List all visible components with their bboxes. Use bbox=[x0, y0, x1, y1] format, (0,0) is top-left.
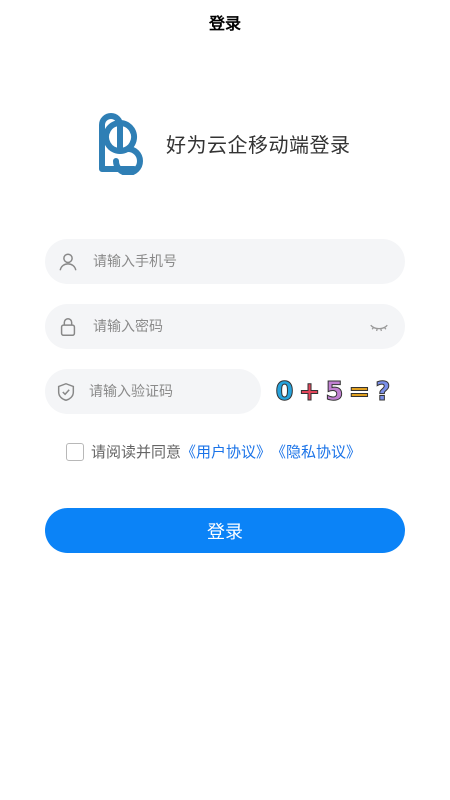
agreement-row: 请阅读并同意 《用户协议》 《隐私协议》 bbox=[66, 441, 361, 462]
code-field[interactable] bbox=[45, 369, 263, 414]
app-name: 好为云企移动端登录 bbox=[166, 132, 351, 157]
user-agreement-link[interactable]: 《用户协议》 bbox=[181, 441, 271, 462]
agreement-checkbox[interactable] bbox=[66, 442, 84, 461]
eye-closed-icon[interactable] bbox=[367, 315, 391, 339]
code-input[interactable] bbox=[89, 369, 263, 414]
lock-icon bbox=[55, 314, 81, 340]
password-input[interactable] bbox=[93, 304, 367, 349]
brand: 好为云企移动端登录 bbox=[94, 110, 351, 176]
page-title: 登录 bbox=[208, 14, 241, 33]
captcha-char: ? bbox=[375, 377, 391, 408]
captcha-char: + bbox=[298, 377, 321, 408]
captcha-char: 5 bbox=[325, 377, 344, 408]
captcha-image[interactable]: 0 + 5 = ? bbox=[273, 372, 393, 412]
privacy-policy-link[interactable]: 《隐私协议》 bbox=[271, 441, 361, 462]
agreement-prefix: 请阅读并同意 bbox=[91, 443, 182, 461]
password-field[interactable] bbox=[45, 304, 405, 349]
user-icon bbox=[55, 249, 81, 275]
login-button[interactable]: 登录 bbox=[45, 508, 405, 553]
login-page: 登录 好为云企移动端登录 请输入手机号 请输入验证码 0 + 5 = ? 请阅读… bbox=[0, 0, 450, 800]
captcha-char: = bbox=[348, 377, 371, 408]
captcha-char: 0 bbox=[275, 377, 294, 408]
shield-check-icon bbox=[55, 379, 77, 405]
app-logo-icon bbox=[94, 111, 158, 175]
phone-input[interactable] bbox=[93, 239, 405, 284]
phone-field[interactable] bbox=[45, 239, 405, 284]
